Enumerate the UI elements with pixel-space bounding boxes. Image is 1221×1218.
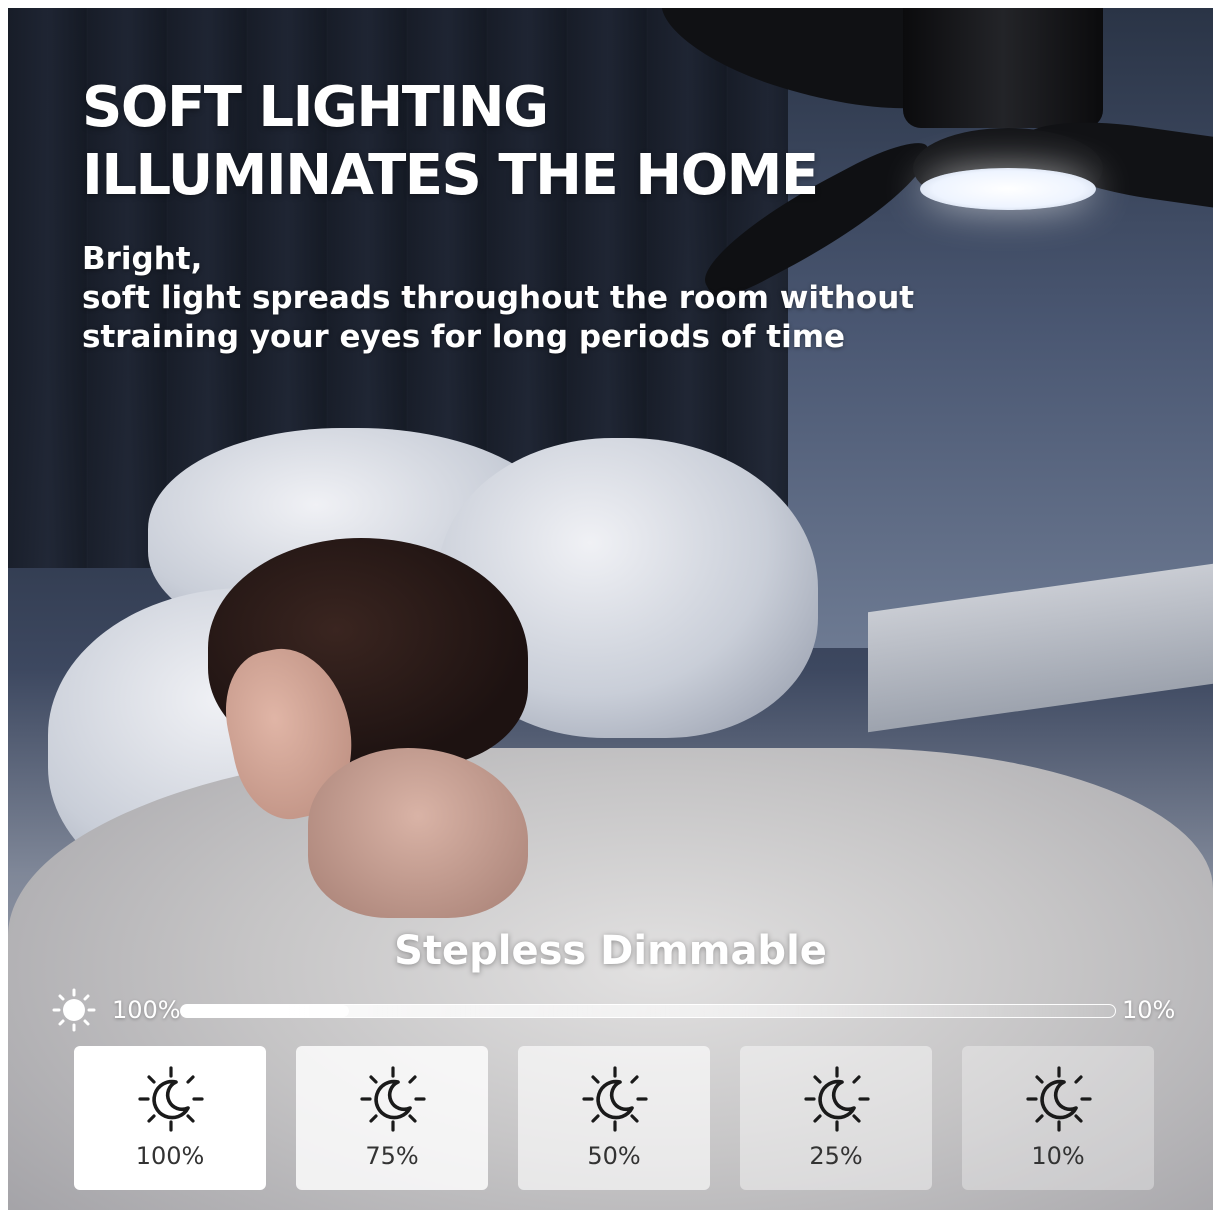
sun-moon-icon (804, 1066, 870, 1132)
description-line: soft light spreads throughout the room w… (82, 280, 915, 316)
headline-line: SOFT LIGHTING (82, 75, 549, 140)
sun-moon-icon (360, 1066, 426, 1132)
brightness-level-label: 10% (1031, 1142, 1085, 1170)
brightness-level-label: 50% (587, 1142, 641, 1170)
sun-moon-icon (138, 1066, 204, 1132)
brightness-level-label: 100% (135, 1142, 205, 1170)
slider-min-label: 10% (1122, 996, 1176, 1024)
brightness-level-card: 25% (740, 1046, 932, 1190)
fan-light (920, 168, 1096, 210)
sun-moon-icon (1026, 1066, 1092, 1132)
headline: SOFT LIGHTING ILLUMINATES THE HOME (82, 74, 819, 210)
brightness-level-card: 50% (518, 1046, 710, 1190)
fan-canopy (903, 8, 1103, 128)
brightness-levels: 100% 75% 50% 25% 10% (74, 1046, 1156, 1190)
headline-line: ILLUMINATES THE HOME (82, 143, 819, 208)
brightness-level-card: 75% (296, 1046, 488, 1190)
sun-icon (52, 988, 96, 1032)
slider-fill (181, 1005, 350, 1017)
brightness-slider: 100% 10% (52, 988, 1177, 1032)
description-line: Bright, (82, 241, 203, 277)
slider-track (180, 1004, 1116, 1018)
brightness-level-card: 100% (74, 1046, 266, 1190)
description-line: straining your eyes for long periods of … (82, 319, 846, 355)
brightness-level-label: 25% (809, 1142, 863, 1170)
sun-moon-icon (582, 1066, 648, 1132)
slider-max-label: 100% (112, 996, 181, 1024)
brightness-level-label: 75% (365, 1142, 419, 1170)
description: Bright, soft light spreads throughout th… (82, 240, 914, 357)
dimming-title: Stepless Dimmable (394, 928, 827, 974)
brightness-level-card: 10% (962, 1046, 1154, 1190)
